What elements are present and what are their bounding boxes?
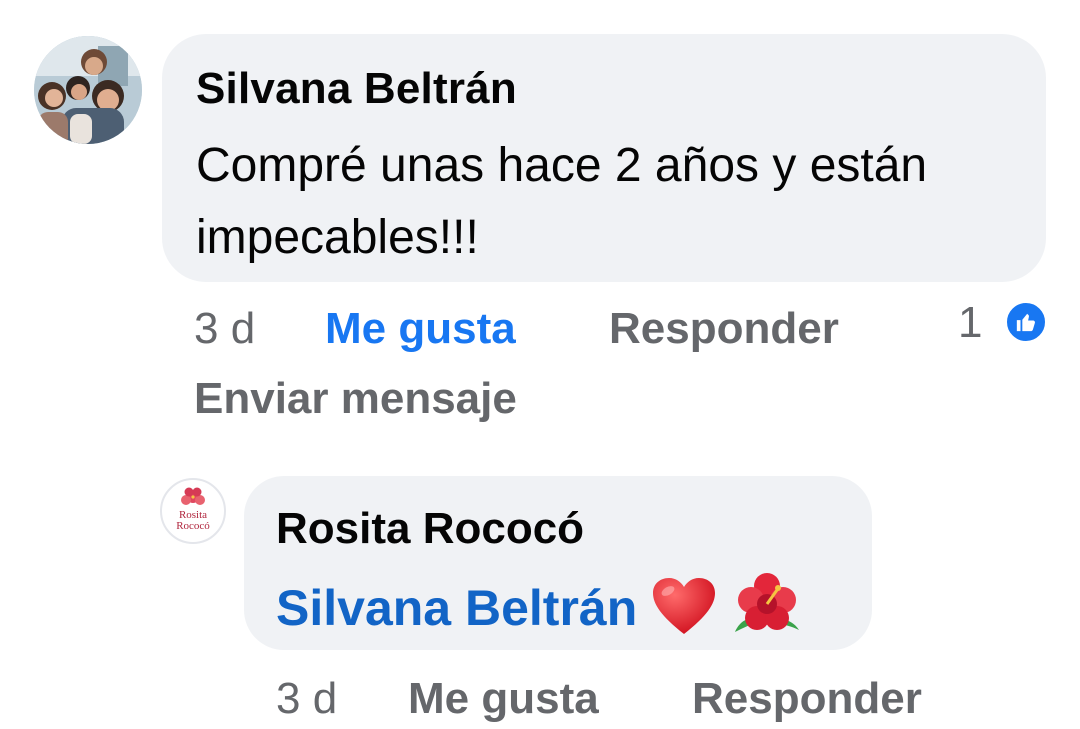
red-heart-icon — [651, 576, 717, 648]
like-button[interactable]: Me gusta — [325, 304, 516, 354]
reply-like-button[interactable]: Me gusta — [408, 674, 599, 724]
reply-author[interactable]: Rosita Rococó — [276, 504, 584, 554]
comment-bubble: Silvana Beltrán Compré unas hace 2 años … — [162, 34, 1046, 282]
avatar-silvana[interactable] — [34, 36, 142, 144]
send-message-button[interactable]: Enviar mensaje — [194, 374, 517, 424]
reply-timestamp[interactable]: 3 d — [276, 674, 337, 724]
reply-button[interactable]: Responder — [609, 304, 839, 354]
mention-link[interactable]: Silvana Beltrán — [276, 580, 637, 636]
reply-bubble: Rosita Rococó Silvana Beltrán — [244, 476, 872, 650]
avatar-rosita-rococo[interactable]: Rosita Rococó — [160, 478, 226, 544]
comment-author[interactable]: Silvana Beltrán — [196, 64, 517, 114]
reply-text: Silvana Beltrán — [276, 572, 803, 652]
thumbs-up-icon — [1016, 313, 1035, 332]
like-icon[interactable] — [1004, 300, 1048, 344]
reaction-count[interactable]: 1 — [958, 298, 982, 348]
hibiscus-icon — [731, 572, 803, 652]
comment-timestamp[interactable]: 3 d — [194, 304, 255, 354]
family-photo — [34, 36, 142, 144]
logo-line-2: Rococó — [176, 520, 210, 532]
reply-reply-button[interactable]: Responder — [692, 674, 922, 724]
comment-thread: Silvana Beltrán Compré unas hace 2 años … — [0, 0, 1080, 729]
comment-text: Compré unas hace 2 años y están impecabl… — [196, 139, 928, 264]
